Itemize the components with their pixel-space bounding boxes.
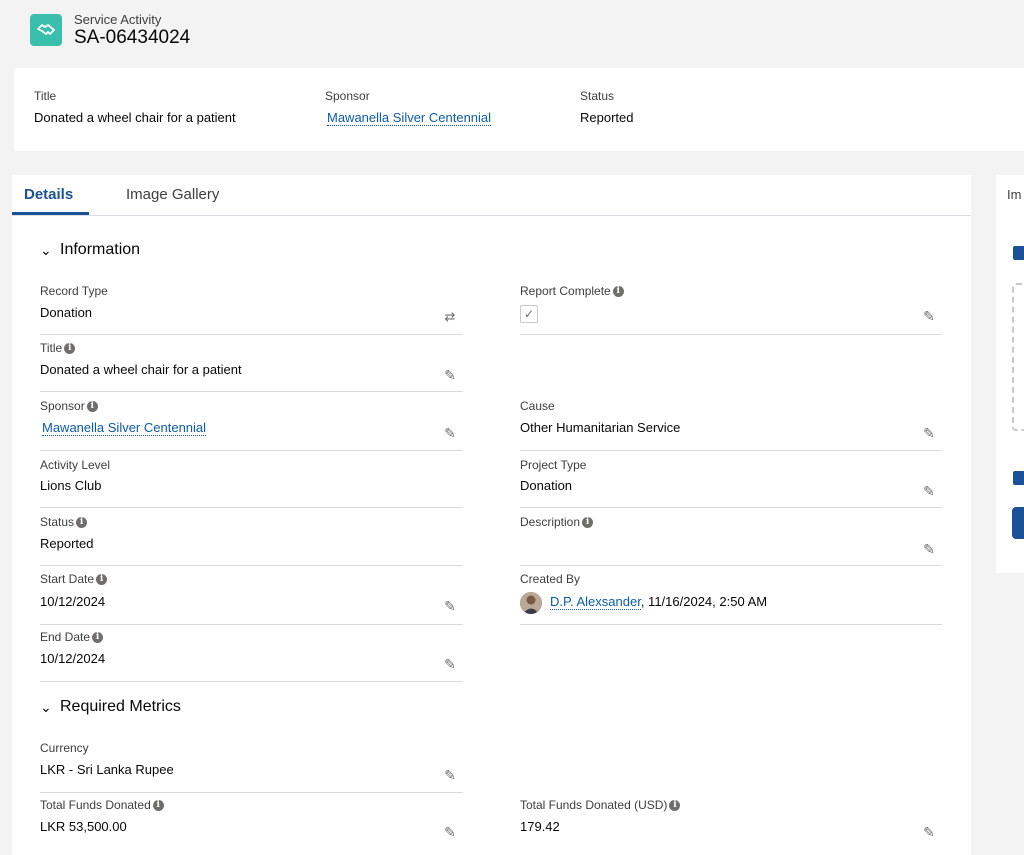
field-value-title: Donated a wheel chair for a patient (40, 362, 242, 377)
report-complete-checkbox[interactable]: ✓ (520, 305, 538, 323)
field-value-end-date: 10/12/2024 (40, 651, 106, 666)
chevron-down-icon: ⌄ (40, 241, 52, 258)
field-label-start-date: Start Date (40, 572, 95, 586)
field-label-status: Status (40, 515, 75, 529)
field-divider (520, 334, 942, 335)
info-icon[interactable]: i (86, 400, 98, 412)
side-chip-bottom (1013, 471, 1024, 485)
edit-sponsor-pencil-icon[interactable]: ✎ (443, 426, 457, 440)
field-label-sponsor: Sponsor (40, 399, 85, 413)
field-value-record-type: Donation (40, 305, 93, 320)
field-divider (520, 450, 942, 451)
edit-start-date-pencil-icon[interactable]: ✎ (443, 599, 457, 613)
change-record-type-icon[interactable]: ⇄ (442, 309, 458, 325)
field-divider (40, 624, 463, 625)
field-divider (40, 792, 463, 793)
field-divider (40, 507, 463, 508)
edit-project-type-pencil-icon[interactable]: ✎ (922, 484, 936, 498)
field-value-total-funds: LKR 53,500.00 (40, 819, 127, 834)
edit-description-pencil-icon[interactable]: ✎ (922, 542, 936, 556)
field-label-activity-level: Activity Level (40, 458, 111, 472)
highlight-sponsor-link[interactable]: Mawanella Silver Centennial (327, 110, 492, 126)
info-icon[interactable]: i (96, 573, 108, 585)
info-icon[interactable]: i (64, 342, 76, 354)
field-value-cause: Other Humanitarian Service (520, 420, 681, 435)
tab-active-indicator (12, 212, 89, 215)
field-label-total-funds-usd: Total Funds Donated (USD) (520, 798, 668, 812)
highlight-status-value: Reported (580, 110, 634, 125)
info-icon[interactable]: i (92, 631, 104, 643)
section-required-metrics-header[interactable]: ⌄ Required Metrics (40, 698, 181, 716)
edit-currency-pencil-icon[interactable]: ✎ (443, 768, 457, 782)
side-panel-title: Im (1007, 187, 1022, 202)
highlight-title-label: Title (34, 89, 57, 103)
info-icon[interactable]: i (76, 516, 88, 528)
tab-divider (12, 215, 971, 216)
highlight-title-value: Donated a wheel chair for a patient (34, 110, 236, 125)
field-label-created-by: Created By (520, 572, 581, 586)
field-divider (520, 565, 942, 566)
highlight-status-label: Status (580, 89, 615, 103)
field-divider (40, 450, 463, 451)
side-chip-top (1013, 246, 1024, 260)
edit-total-funds-pencil-icon[interactable]: ✎ (443, 825, 457, 839)
section-required-metrics-title: Required Metrics (60, 698, 181, 715)
field-value-currency: LKR - Sri Lanka Rupee (40, 762, 174, 777)
field-label-report-complete: Report Complete (520, 284, 611, 298)
field-value-sponsor-link[interactable]: Mawanella Silver Centennial (42, 420, 207, 436)
field-divider (40, 681, 463, 682)
record-name: SA-06434024 (74, 27, 191, 48)
info-icon[interactable]: i (582, 516, 594, 528)
info-icon[interactable]: i (152, 799, 164, 811)
created-by-datetime: , 11/16/2024, 2:50 AM (640, 594, 768, 609)
edit-total-funds-usd-pencil-icon[interactable]: ✎ (922, 825, 936, 839)
field-value-start-date: 10/12/2024 (40, 594, 106, 609)
edit-title-pencil-icon[interactable]: ✎ (443, 368, 457, 382)
info-icon[interactable]: i (612, 285, 624, 297)
field-value-project-type: Donation (520, 478, 573, 493)
edit-report-complete-pencil-icon[interactable]: ✎ (922, 309, 936, 323)
side-dropzone[interactable] (1012, 283, 1024, 431)
field-divider (40, 565, 463, 566)
field-divider (520, 507, 942, 508)
details-card (12, 175, 971, 855)
field-label-currency: Currency (40, 741, 89, 755)
edit-cause-pencil-icon[interactable]: ✎ (922, 426, 936, 440)
field-divider (520, 624, 942, 625)
chevron-down-icon: ⌄ (40, 698, 52, 715)
field-divider (40, 391, 463, 392)
object-type-label: Service Activity (74, 12, 162, 27)
section-information-header[interactable]: ⌄ Information (40, 241, 140, 259)
field-value-activity-level: Lions Club (40, 478, 102, 493)
created-by-user-link[interactable]: D.P. Alexsander (550, 594, 641, 610)
field-divider (40, 334, 463, 335)
side-button[interactable] (1012, 507, 1024, 539)
tab-details[interactable]: Details (24, 186, 73, 203)
edit-end-date-pencil-icon[interactable]: ✎ (443, 657, 457, 671)
section-information-title: Information (60, 241, 141, 258)
field-label-cause: Cause (520, 399, 555, 413)
info-icon[interactable]: i (669, 799, 681, 811)
field-value-status: Reported (40, 536, 94, 551)
field-label-record-type: Record Type (40, 284, 108, 298)
field-label-total-funds: Total Funds Donated (40, 798, 151, 812)
highlight-sponsor-label: Sponsor (325, 89, 370, 103)
field-label-title: Title (40, 341, 63, 355)
field-value-total-funds-usd: 179.42 (520, 819, 560, 834)
avatar[interactable] (520, 592, 542, 614)
tab-image-gallery[interactable]: Image Gallery (126, 186, 219, 203)
field-label-end-date: End Date (40, 630, 91, 644)
field-label-project-type: Project Type (520, 458, 587, 472)
handshake-icon (30, 14, 62, 46)
field-label-description: Description (520, 515, 581, 529)
